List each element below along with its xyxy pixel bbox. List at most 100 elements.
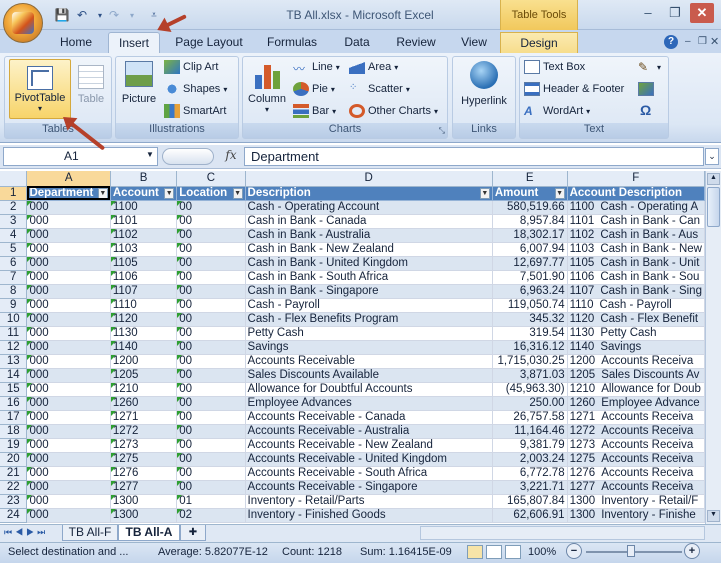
- table-cell[interactable]: Cash - Payroll: [245, 298, 493, 313]
- scroll-down-icon[interactable]: ▼: [707, 510, 720, 522]
- table-cell[interactable]: 1120: [110, 312, 178, 327]
- table-cell[interactable]: 00: [176, 284, 246, 299]
- table-cell[interactable]: 000: [26, 466, 111, 481]
- minimize-icon[interactable]: –: [636, 3, 660, 23]
- table-cell[interactable]: 119,050.74: [492, 298, 568, 313]
- table-cell[interactable]: 00: [176, 382, 246, 397]
- table-cell[interactable]: Cash in Bank - Singapore: [245, 284, 493, 299]
- vertical-scrollbar[interactable]: ▲ ▼: [705, 171, 721, 524]
- table-cell[interactable]: 1205: [110, 368, 178, 383]
- table-cell[interactable]: 1107 Cash in Bank - Sing: [567, 284, 705, 299]
- sheet-nav-icons[interactable]: ⏮◀▶⏭: [4, 527, 48, 538]
- clipart-button[interactable]: Clip Art: [164, 60, 218, 74]
- filter-dropdown-icon[interactable]: ▼: [97, 187, 108, 199]
- ribbon-close-icon[interactable]: ✕: [710, 35, 719, 48]
- table-cell[interactable]: 8,957.84: [492, 214, 568, 229]
- table-cell[interactable]: 1273: [110, 438, 178, 453]
- table-cell[interactable]: 00: [176, 410, 246, 425]
- table-cell[interactable]: 00: [176, 480, 246, 495]
- name-box-dropdown-icon[interactable]: ▼: [146, 150, 154, 159]
- table-cell[interactable]: 1102 Cash in Bank - Aus: [567, 228, 705, 243]
- worksheet-grid[interactable]: A B C D E F 1 ▼ Department ▼ Account ▼ Loca…: [0, 171, 705, 524]
- table-cell[interactable]: 00: [176, 340, 246, 355]
- table-cell[interactable]: 1277: [110, 480, 178, 495]
- table-cell[interactable]: 1271: [110, 410, 178, 425]
- sheet-tab-tb-all-a[interactable]: TB All-A: [118, 525, 180, 541]
- picture-button[interactable]: Picture: [120, 61, 158, 117]
- column-header-b[interactable]: B: [110, 171, 178, 187]
- table-cell[interactable]: Accounts Receivable - United Kingdom: [245, 452, 493, 467]
- name-box[interactable]: A1: [3, 147, 158, 166]
- row-header[interactable]: 15: [0, 382, 28, 397]
- table-cell[interactable]: 000: [26, 326, 111, 341]
- row-header[interactable]: 4: [0, 228, 28, 243]
- row-header[interactable]: 19: [0, 438, 28, 453]
- table-cell[interactable]: 000: [26, 480, 111, 495]
- row-header[interactable]: 6: [0, 256, 28, 271]
- column-header-e[interactable]: E: [492, 171, 568, 187]
- header-footer-button[interactable]: Header & Footer: [524, 82, 624, 96]
- table-cell[interactable]: 1272 Accounts Receiva: [567, 424, 705, 439]
- table-cell[interactable]: Cash - Flex Benefits Program: [245, 312, 493, 327]
- table-cell[interactable]: Petty Cash: [245, 326, 493, 341]
- table-cell[interactable]: 1,715,030.25: [492, 354, 568, 369]
- row-header[interactable]: 1: [0, 186, 28, 201]
- row-header[interactable]: 12: [0, 340, 28, 355]
- bar-chart-button[interactable]: Bar ▾: [293, 104, 336, 118]
- ribbon-minimize-icon[interactable]: –: [685, 36, 691, 47]
- table-cell[interactable]: 000: [26, 340, 111, 355]
- row-header[interactable]: 24: [0, 508, 28, 523]
- table-cell[interactable]: 16,316.12: [492, 340, 568, 355]
- table-cell[interactable]: 00: [176, 368, 246, 383]
- row-header[interactable]: 5: [0, 242, 28, 257]
- tab-review[interactable]: Review: [390, 32, 442, 54]
- filter-dropdown-icon[interactable]: ▼: [232, 187, 243, 199]
- zoom-level[interactable]: 100%: [528, 546, 556, 558]
- smartart-button[interactable]: SmartArt: [164, 104, 226, 118]
- row-header[interactable]: 8: [0, 284, 28, 299]
- table-cell[interactable]: 1275 Accounts Receiva: [567, 452, 705, 467]
- table-cell[interactable]: 1300 Inventory - Finishe: [567, 508, 705, 523]
- table-cell[interactable]: 62,606.91: [492, 508, 568, 523]
- column-header-d[interactable]: D: [245, 171, 493, 187]
- redo-icon[interactable]: ↷: [104, 6, 124, 24]
- charts-dialog-launcher-icon[interactable]: ⤡: [439, 126, 445, 136]
- table-cell[interactable]: 1276 Accounts Receiva: [567, 466, 705, 481]
- table-cell[interactable]: 6,963.24: [492, 284, 568, 299]
- table-cell[interactable]: 1101: [110, 214, 178, 229]
- formula-expand-handle[interactable]: [162, 148, 214, 165]
- table-cell[interactable]: 3,871.03: [492, 368, 568, 383]
- table-cell[interactable]: 2,003.24: [492, 452, 568, 467]
- table-cell[interactable]: 6,007.94: [492, 242, 568, 257]
- table-cell[interactable]: 000: [26, 382, 111, 397]
- horizontal-scrollbar[interactable]: [420, 526, 705, 540]
- table-cell[interactable]: 1100 Cash - Operating A: [567, 200, 705, 215]
- table-cell[interactable]: Cash in Bank - Canada: [245, 214, 493, 229]
- table-cell[interactable]: 11,164.46: [492, 424, 568, 439]
- table-cell[interactable]: 1100: [110, 200, 178, 215]
- table-cell[interactable]: Cash in Bank - South Africa: [245, 270, 493, 285]
- table-cell[interactable]: 000: [26, 494, 111, 509]
- table-header-cell[interactable]: Account Description: [567, 186, 705, 201]
- table-cell[interactable]: Cash in Bank - United Kingdom: [245, 256, 493, 271]
- column-header-c[interactable]: C: [176, 171, 246, 187]
- row-header[interactable]: 7: [0, 270, 28, 285]
- table-cell[interactable]: Cash - Operating Account: [245, 200, 493, 215]
- row-header[interactable]: 13: [0, 354, 28, 369]
- table-cell[interactable]: 000: [26, 396, 111, 411]
- zoom-out-icon[interactable]: −: [566, 543, 582, 559]
- table-cell[interactable]: 000: [26, 424, 111, 439]
- column-header-a[interactable]: A: [26, 171, 111, 187]
- table-cell[interactable]: 00: [176, 228, 246, 243]
- close-icon[interactable]: ✕: [690, 3, 714, 23]
- table-cell[interactable]: 1130 Petty Cash: [567, 326, 705, 341]
- table-cell[interactable]: Accounts Receivable - Australia: [245, 424, 493, 439]
- formula-bar-expand-icon[interactable]: ⌄: [705, 148, 719, 165]
- table-cell[interactable]: 000: [26, 214, 111, 229]
- table-cell[interactable]: Inventory - Retail/Parts: [245, 494, 493, 509]
- cell-table[interactable]: A B C D E F 1 ▼ Department ▼ Account ▼ Loca…: [0, 171, 705, 523]
- undo-icon[interactable]: ↶: [72, 6, 92, 24]
- table-cell[interactable]: 1275: [110, 452, 178, 467]
- table-cell[interactable]: Cash in Bank - Australia: [245, 228, 493, 243]
- ribbon-restore-icon[interactable]: ❐: [698, 36, 707, 47]
